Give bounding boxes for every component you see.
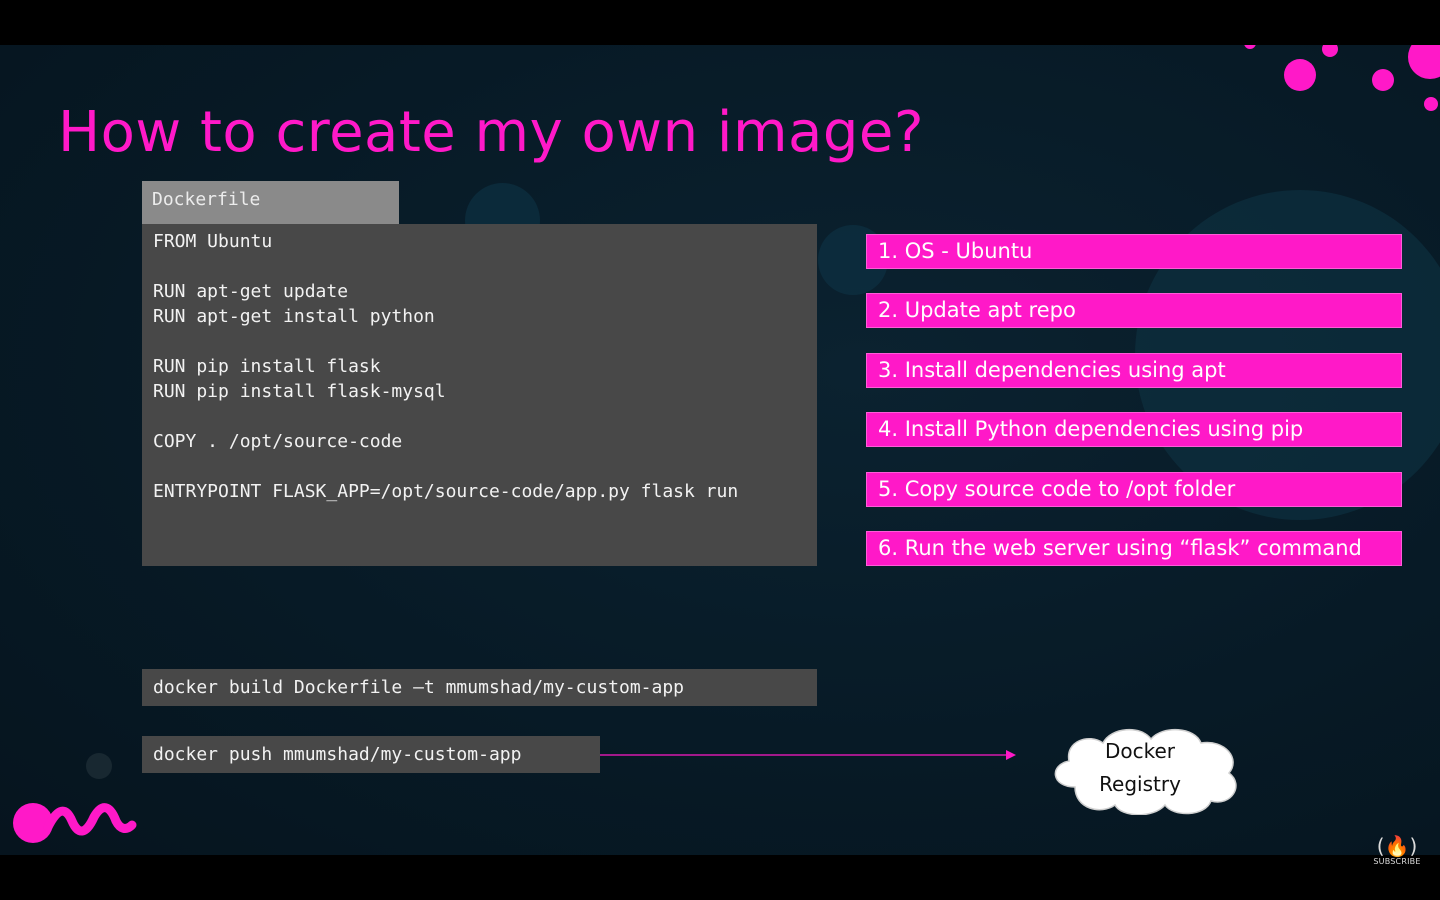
code-line: RUN apt-get update [153,281,349,302]
decor-dot-pink [1424,97,1438,111]
code-line: RUN pip install flask [153,356,381,377]
docker-push-command: docker push mmumshad/my-custom-app [142,736,600,773]
decor-circle-bg [86,753,112,779]
subscribe-label: SUBSCRIBE [1373,857,1421,866]
dockerfile-tab: Dockerfile [142,181,399,224]
registry-line-2: Registry [1099,772,1181,796]
code-line: FROM Ubuntu [153,231,273,252]
subscribe-logo[interactable]: (🔥) SUBSCRIBE [1372,835,1422,875]
decor-dot-pink [1244,45,1256,49]
decor-dot-pink [1372,69,1394,91]
decor-dot-pink [1408,45,1440,79]
step-item: 5. Copy source code to /opt folder [866,471,1402,507]
arrow-icon [600,750,1016,760]
step-item: 3. Install dependencies using apt [866,352,1402,388]
steps-list: 1. OS - Ubuntu 2. Update apt repo 3. Ins… [866,234,1402,590]
decor-dot-pink [1322,45,1338,57]
slide-title: How to create my own image? [58,100,925,165]
step-item: 6. Run the web server using “flask” comm… [866,530,1402,566]
registry-line-1: Docker [1104,739,1176,763]
flame-icon: (🔥) [1376,834,1418,858]
docker-registry-label: Docker Registry [1060,735,1220,801]
slide: How to create my own image? Dockerfile F… [0,45,1440,855]
code-line: COPY . /opt/source-code [153,431,403,452]
step-item: 4. Install Python dependencies using pip [866,412,1402,448]
step-item: 2. Update apt repo [866,293,1402,329]
dockerfile-code-block: FROM Ubuntu RUN apt-get update RUN apt-g… [142,224,817,566]
docker-build-command: docker build Dockerfile –t mmumshad/my-c… [142,669,817,706]
decor-squiggle [13,803,137,843]
step-item: 1. OS - Ubuntu [866,234,1402,269]
code-line: RUN apt-get install python [153,306,435,327]
video-frame: How to create my own image? Dockerfile F… [0,0,1440,900]
decor-dot-pink [1284,59,1316,91]
code-line: ENTRYPOINT FLASK_APP=/opt/source-code/ap… [153,481,739,502]
code-line: RUN pip install flask-mysql [153,381,446,402]
